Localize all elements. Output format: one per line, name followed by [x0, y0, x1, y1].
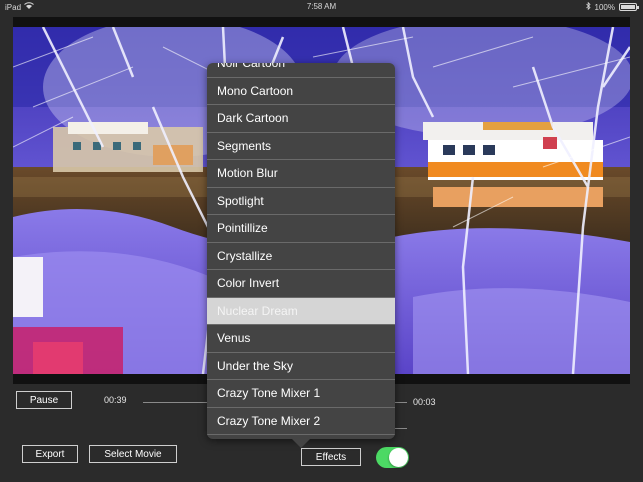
- effects-popover: Noir Cartoon Mono Cartoon Dark Cartoon Segm…: [207, 63, 395, 439]
- effect-item[interactable]: Crazy Tone Mixer 1: [207, 380, 395, 408]
- effect-item[interactable]: Spotlight: [207, 188, 395, 215]
- effect-item[interactable]: Noir Cartoon: [207, 63, 395, 78]
- battery-fill: [621, 5, 635, 9]
- elapsed-time: 00:39: [104, 395, 127, 405]
- bluetooth-icon: [585, 1, 591, 12]
- effect-item[interactable]: Dark Cartoon: [207, 105, 395, 133]
- playback-slider-track-left[interactable]: [143, 402, 207, 403]
- effect-item[interactable]: Segments: [207, 133, 395, 160]
- effects-button[interactable]: Effects: [301, 448, 361, 466]
- effect-item[interactable]: Under the Sky: [207, 353, 395, 380]
- effect-item[interactable]: Venus: [207, 325, 395, 353]
- effect-item[interactable]: Crazy Tone Mixer 2: [207, 408, 395, 435]
- effect-item[interactable]: Motion Blur: [207, 160, 395, 188]
- remaining-time: 00:03: [413, 397, 436, 407]
- status-bar: iPad 7:58 AM 100%: [0, 0, 643, 14]
- effect-item[interactable]: Mono Cartoon: [207, 78, 395, 105]
- popover-arrow: [292, 439, 310, 448]
- effects-list: Noir Cartoon Mono Cartoon Dark Cartoon Segm…: [207, 63, 395, 435]
- effect-item[interactable]: Nuclear Dream: [207, 297, 395, 325]
- export-button[interactable]: Export: [22, 445, 78, 463]
- status-time: 7:58 AM: [306, 2, 337, 11]
- secondary-slider-track[interactable]: [395, 428, 407, 429]
- effects-toggle[interactable]: [376, 447, 409, 468]
- pause-button[interactable]: Pause: [16, 391, 72, 409]
- playback-slider-track-right[interactable]: [395, 402, 407, 403]
- effect-item[interactable]: Crystallize: [207, 243, 395, 270]
- effect-item[interactable]: Pointillize: [207, 215, 395, 243]
- battery-icon: [619, 3, 639, 11]
- battery-percent: 100%: [594, 2, 615, 12]
- effect-item[interactable]: Color Invert: [207, 270, 395, 298]
- select-movie-button[interactable]: Select Movie: [89, 445, 177, 463]
- status-right: 100%: [585, 1, 639, 12]
- toggle-knob: [389, 448, 408, 467]
